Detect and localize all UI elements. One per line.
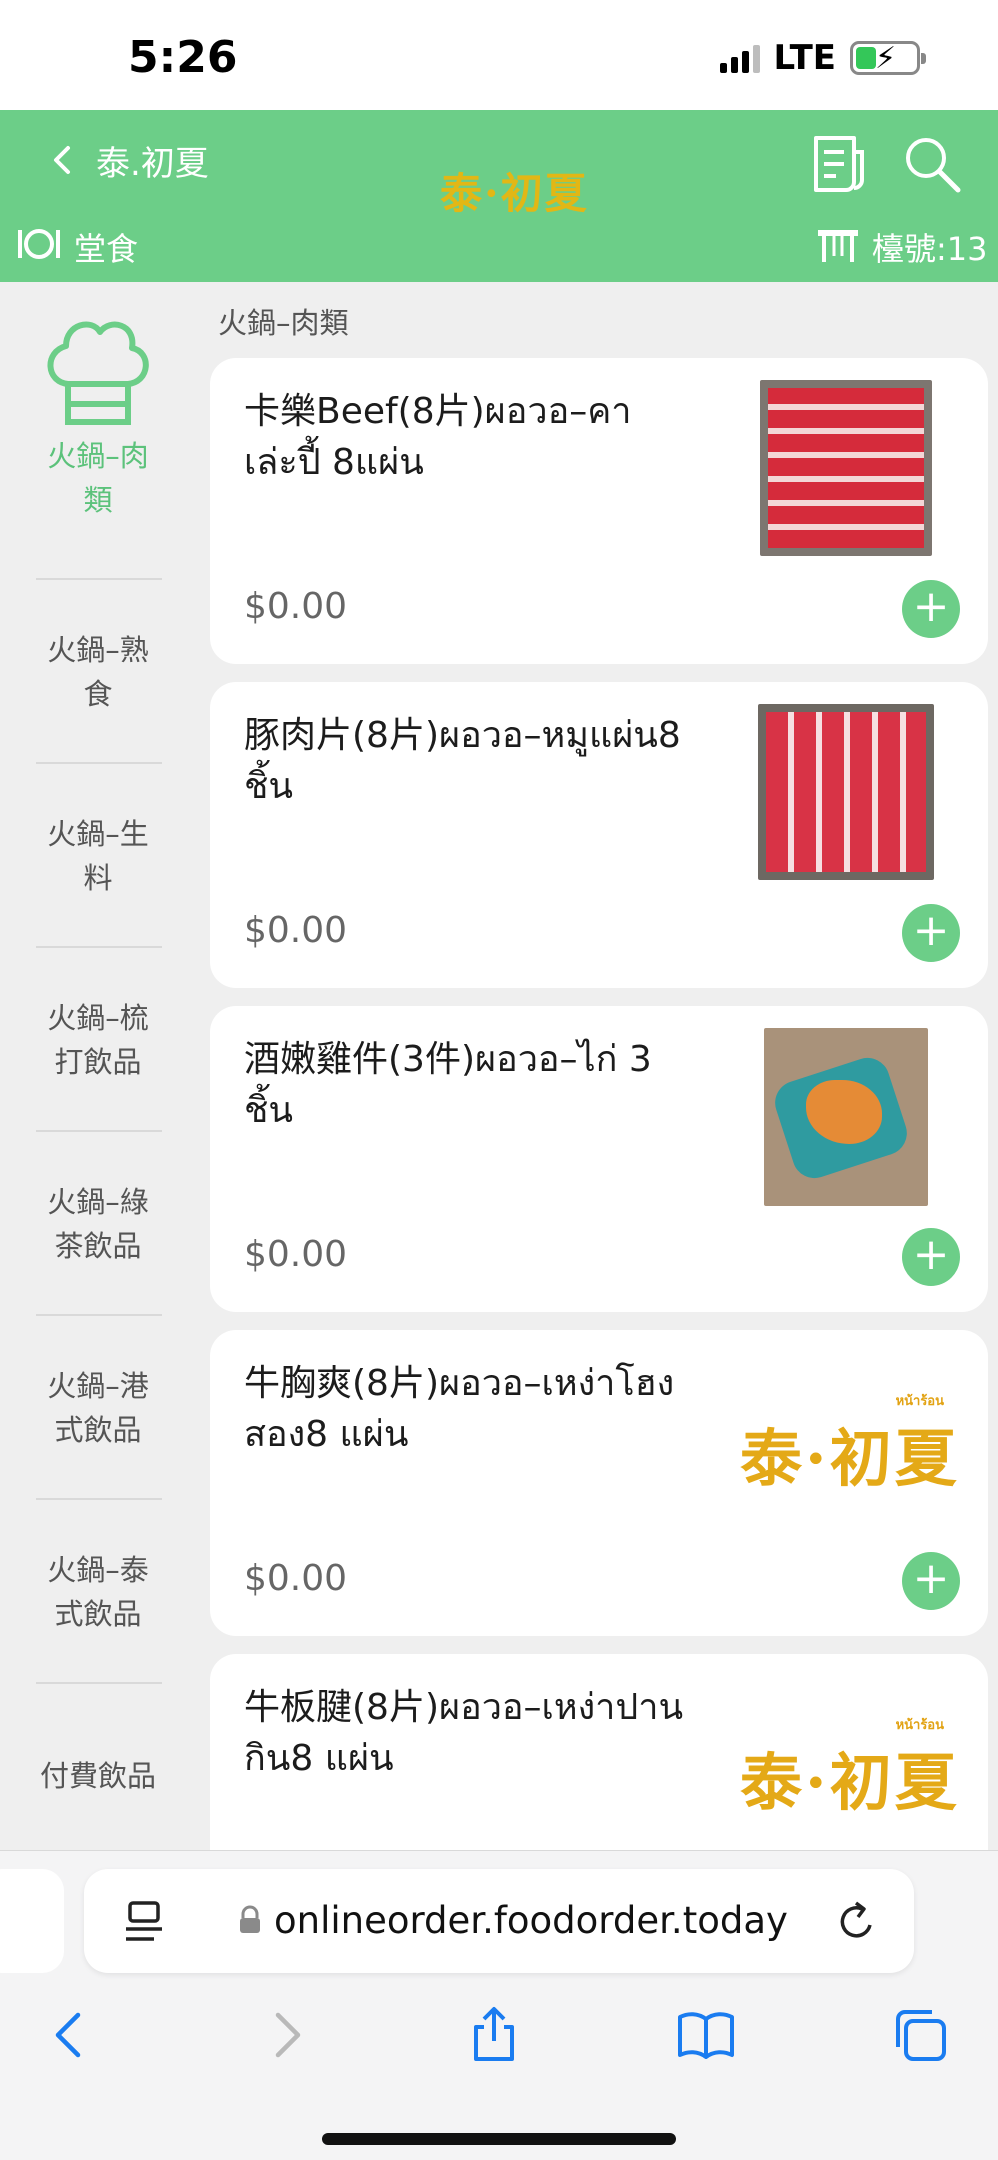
order-list-icon[interactable]	[810, 132, 866, 196]
status-indicators: LTE ⚡	[719, 38, 926, 78]
add-to-cart-button[interactable]: +	[902, 1552, 960, 1610]
status-bar: 5:26 LTE ⚡	[0, 0, 998, 110]
sidebar-item-label: 火鍋–梳打飲品	[47, 1001, 149, 1079]
menu-item-price: $0.00	[244, 1234, 348, 1275]
sidebar-item-label: 付費飲品	[39, 1759, 156, 1793]
sidebar-item-active[interactable]: 火鍋–肉類	[0, 282, 196, 580]
previous-tab[interactable]	[0, 1869, 64, 1973]
add-to-cart-button[interactable]: +	[902, 904, 960, 962]
add-to-cart-button[interactable]: +	[902, 580, 960, 638]
menu-item-card[interactable]: 酒嫩雞件(3件)ผอวอ–ไก่ 3 ชิ้น $0.00 +	[210, 1006, 988, 1312]
app-header: 泰.初夏 泰·初夏 堂食 檯號:13	[0, 110, 998, 282]
sidebar-item[interactable]: 火鍋–生料	[0, 764, 196, 948]
tabs-icon[interactable]	[890, 2005, 950, 2065]
add-to-cart-button[interactable]: +	[902, 1228, 960, 1286]
forward-nav-icon[interactable]	[256, 2005, 316, 2065]
chicken-photo	[764, 1028, 928, 1206]
dining-mode: 堂食	[74, 230, 139, 268]
menu-item-name: 卡樂Beef(8片)ผอวอ–คาเล่ะปี้ 8แผ่น	[244, 391, 632, 483]
chef-hat-icon	[47, 321, 149, 425]
sidebar-item[interactable]: 火鍋–熟食	[0, 580, 196, 764]
sidebar-item-label: 火鍋–生料	[47, 817, 149, 895]
network-label: LTE	[773, 38, 836, 78]
menu-item-price: $0.00	[244, 910, 348, 951]
url-text[interactable]: onlineorder.foodorder.today	[274, 1899, 788, 1942]
sidebar-item-label: 火鍋–港式飲品	[47, 1369, 149, 1447]
reload-icon[interactable]	[836, 1899, 878, 1943]
lock-icon	[240, 1905, 260, 1933]
sidebar-item[interactable]: 付費飲品	[0, 1684, 196, 1850]
menu-item-name: 牛胸爽(8片)ผอวอ–เหง่าโฮงสอง8 แผ่น	[244, 1363, 675, 1455]
sidebar-item[interactable]: 火鍋–泰式飲品	[0, 1500, 196, 1684]
menu-item-card[interactable]: 卡樂Beef(8片)ผอวอ–คาเล่ะปี้ 8แผ่น $0.00 +	[210, 358, 988, 664]
signal-icon	[719, 43, 760, 73]
reader-icon[interactable]	[124, 1899, 164, 1943]
dine-in-icon	[18, 229, 60, 259]
home-indicator	[322, 2133, 676, 2145]
brand-logo: 泰·初夏	[440, 169, 589, 218]
back-icon[interactable]	[42, 140, 82, 180]
sidebar-item-label: 火鍋–肉類	[47, 439, 149, 517]
sidebar-item-label: 火鍋–泰式飲品	[47, 1553, 149, 1631]
sidebar-item-label: 火鍋–熟食	[47, 633, 149, 711]
menu-item-name: 牛板腱(8片)ผอวอ–เหง่าปานกิน8 แผ่น	[244, 1687, 684, 1779]
sidebar-item[interactable]: 火鍋–港式飲品	[0, 1316, 196, 1500]
menu-item-card[interactable]: 豚肉片(8片)ผอวอ–หมูแผ่น8 ชิ้น $0.00 +	[210, 682, 988, 988]
browser-toolbar: onlineorder.foodorder.today	[0, 1850, 998, 2160]
sidebar-item[interactable]: 火鍋–梳打飲品	[0, 948, 196, 1132]
menu-item-card[interactable]: 牛胸爽(8片)ผอวอ–เหง่าโฮงสอง8 แผ่น หน้าร้อน 泰…	[210, 1330, 988, 1636]
menu-item-price: $0.00	[244, 586, 348, 627]
share-icon[interactable]	[464, 2005, 524, 2065]
search-icon[interactable]	[900, 132, 964, 196]
battery-icon: ⚡	[850, 41, 926, 76]
sidebar-item[interactable]: 火鍋–綠茶飲品	[0, 1132, 196, 1316]
pork-slices-photo	[758, 704, 934, 880]
table-icon	[818, 230, 858, 262]
sidebar-item-label: 火鍋–綠茶飲品	[47, 1185, 149, 1263]
menu-item-card[interactable]: 牛板腱(8片)ผอวอ–เหง่าปานกิน8 แผ่น หน้าร้อน 泰…	[210, 1654, 988, 1850]
back-nav-icon[interactable]	[40, 2005, 100, 2065]
store-name[interactable]: 泰.初夏	[96, 136, 209, 185]
beef-slices-photo	[760, 380, 932, 556]
menu-item-name: 酒嫩雞件(3件)ผอวอ–ไก่ 3 ชิ้น	[244, 1039, 652, 1131]
address-bar[interactable]: onlineorder.foodorder.today	[84, 1869, 914, 1973]
menu-item-price: $0.00	[244, 1558, 348, 1599]
table-number: 檯號:13	[872, 230, 988, 268]
menu-item-name: 豚肉片(8片)ผอวอ–หมูแผ่น8 ชิ้น	[244, 715, 681, 807]
menu-content: 火鍋–肉類 火鍋–熟食 火鍋–生料 火鍋–梳打飲品 火鍋–綠茶飲品 火鍋–港式飲…	[0, 282, 998, 1850]
status-time: 5:26	[128, 32, 238, 83]
bookmarks-icon[interactable]	[676, 2005, 736, 2065]
category-sidebar: 火鍋–肉類 火鍋–熟食 火鍋–生料 火鍋–梳打飲品 火鍋–綠茶飲品 火鍋–港式飲…	[0, 282, 196, 1850]
section-title: 火鍋–肉類	[218, 306, 349, 340]
